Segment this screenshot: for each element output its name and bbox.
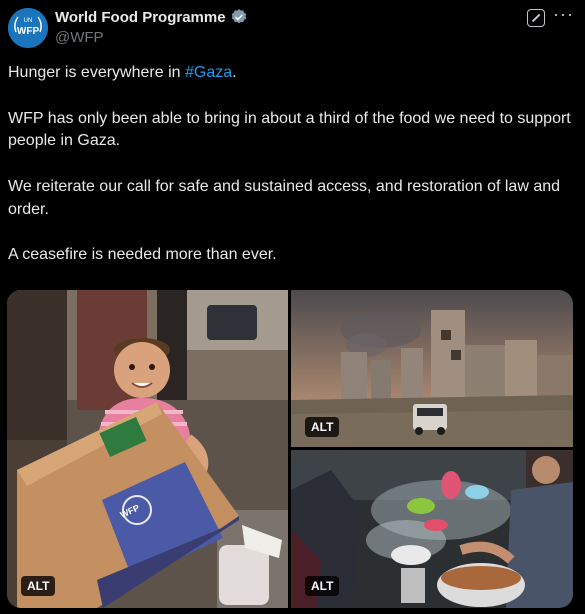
tweet-paragraph-4: A ceasefire is needed more than ever. [8,246,277,264]
tweet-text: Hunger is everywhere in #Gaza. WFP has o… [8,62,578,290]
tweet-line1-prefix: Hunger is everywhere in [8,64,185,81]
verified-badge-icon[interactable] [230,8,248,26]
tweet-paragraph-1: Hunger is everywhere in #Gaza. [8,62,578,85]
photo-food-distribution[interactable]: ALT [291,450,573,608]
avatar[interactable]: UN WFP [8,8,48,48]
tweet-paragraph-3: We reiterate our call for safe and susta… [8,177,561,218]
author-name-row: World Food Programme [55,8,248,26]
alt-badge-2[interactable]: ALT [305,417,340,437]
alt-badge-3[interactable]: ALT [305,576,340,596]
grok-icon[interactable] [527,9,545,27]
wfp-logo-icon: UN WFP [8,8,48,48]
avatar-small-text: UN [24,18,33,24]
hashtag-gaza-link[interactable]: #Gaza [185,64,232,81]
photo-destroyed-buildings[interactable]: ALT [291,290,573,447]
tweet-paragraph-2: WFP has only been able to bring in about… [8,109,571,150]
more-icon[interactable]: ··· [553,4,574,25]
author-handle[interactable]: @WFP [55,29,104,46]
alt-badge-1[interactable]: ALT [21,576,56,596]
photo-child-illustration: WFP [7,290,288,608]
photo-child-with-food-box[interactable]: WFP ALT [7,290,288,608]
author-display-name[interactable]: World Food Programme [55,9,226,26]
media-grid: WFP ALT ALT ALT [7,290,573,608]
avatar-text: WFP [17,26,40,37]
tweet-line1-suffix: . [232,64,237,81]
